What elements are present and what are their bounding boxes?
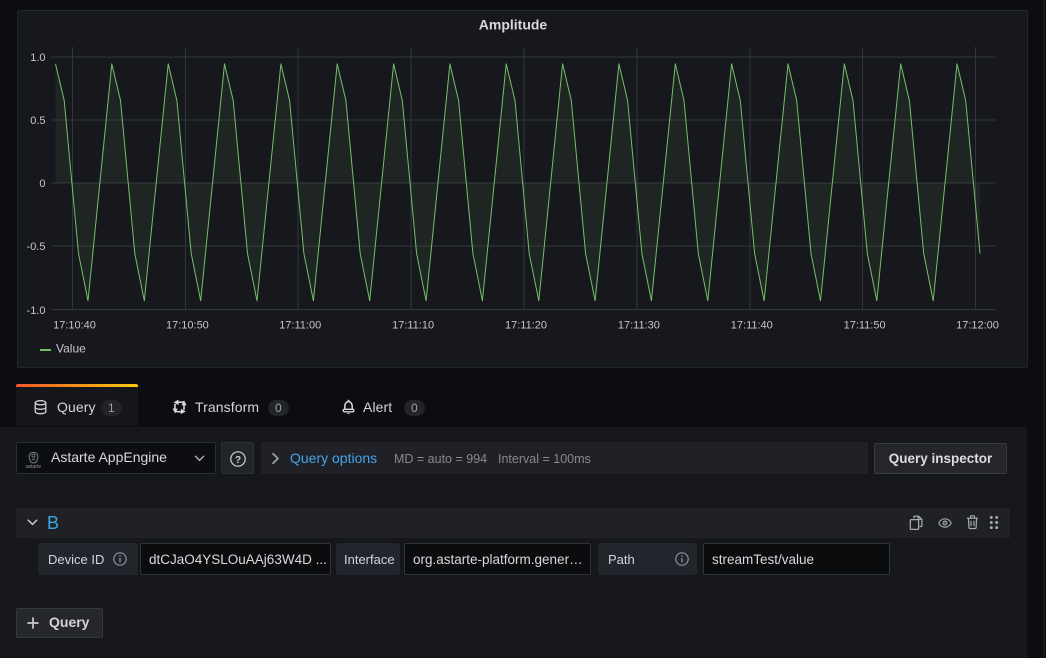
svg-text:17:10:40: 17:10:40 <box>53 320 96 332</box>
svg-text:Amplitude: Amplitude <box>479 17 548 33</box>
svg-text:17:10:50: 17:10:50 <box>166 320 209 332</box>
svg-text:astarte: astarte <box>26 464 42 469</box>
svg-text:0.5: 0.5 <box>30 115 45 127</box>
svg-text:17:11:50: 17:11:50 <box>844 320 886 332</box>
svg-text:17:11:40: 17:11:40 <box>731 320 773 332</box>
svg-text:0: 0 <box>39 178 45 190</box>
svg-text:17:11:30: 17:11:30 <box>618 320 660 332</box>
svg-text:17:11:20: 17:11:20 <box>505 320 547 332</box>
svg-text:?: ? <box>234 454 240 465</box>
svg-text:-1.0: -1.0 <box>27 305 46 317</box>
svg-text:1.0: 1.0 <box>30 52 45 64</box>
svg-text:17:11:10: 17:11:10 <box>392 320 434 332</box>
svg-text:17:11:00: 17:11:00 <box>279 320 321 332</box>
svg-text:-0.5: -0.5 <box>27 241 46 253</box>
svg-text:17:12:00: 17:12:00 <box>956 320 999 332</box>
svg-text:Value: Value <box>56 342 86 356</box>
